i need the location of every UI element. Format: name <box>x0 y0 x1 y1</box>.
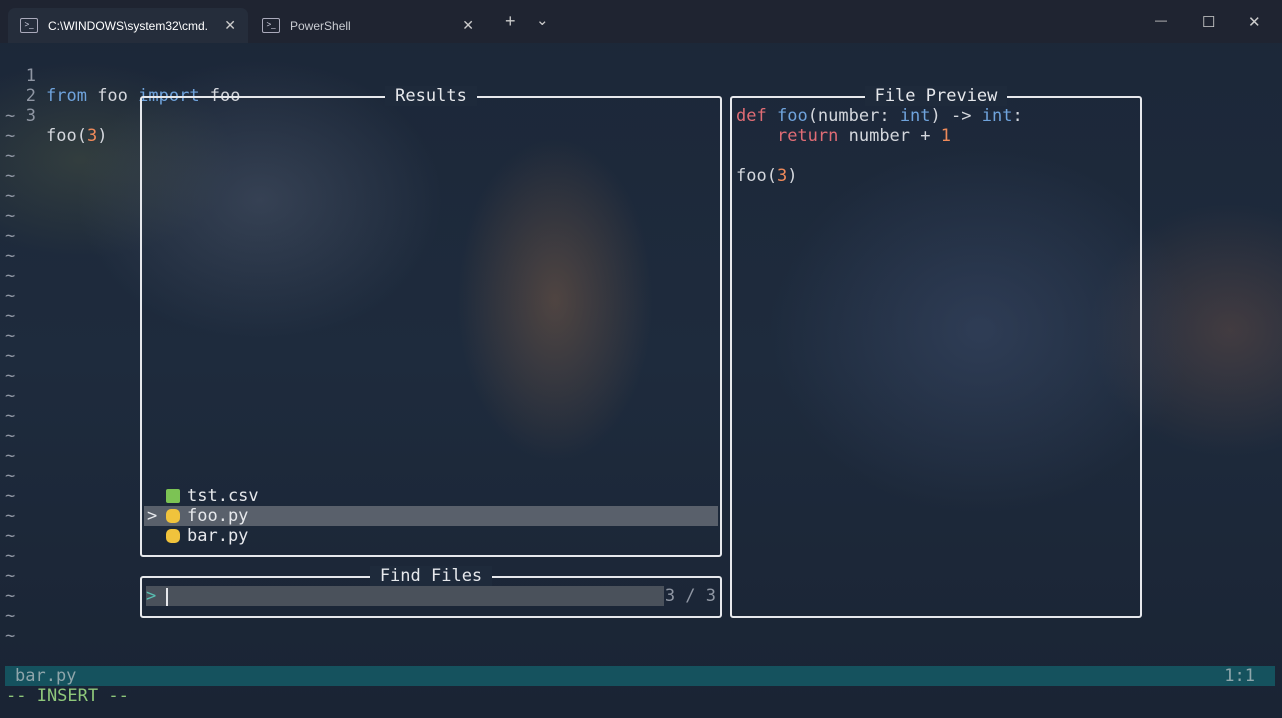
preview-line: return number + 1 <box>776 126 951 146</box>
terminal-icon: >_ <box>20 18 38 33</box>
tilde-marker: ~ <box>5 366 16 386</box>
tilde-marker: ~ <box>5 126 16 146</box>
tilde-marker: ~ <box>5 246 16 266</box>
tilde-marker: ~ <box>5 186 16 206</box>
code-token: ) <box>97 126 108 146</box>
close-tab-icon[interactable]: ✕ <box>224 17 236 34</box>
tab-cmd[interactable]: >_ C:\WINDOWS\system32\cmd. ✕ <box>8 8 248 43</box>
tab-label: PowerShell <box>290 18 351 33</box>
result-item-selected[interactable]: > foo.py <box>144 506 718 526</box>
result-item[interactable]: bar.py <box>144 526 718 546</box>
results-panel: Results tst.csv > foo.py bar.py <box>140 86 722 557</box>
maximize-button[interactable]: ☐ <box>1202 13 1215 31</box>
tilde-marker: ~ <box>5 486 16 506</box>
preview-title: File Preview <box>864 86 1008 106</box>
result-filename: foo.py <box>187 506 249 526</box>
number-literal: 3 <box>86 126 98 146</box>
result-filename: bar.py <box>187 526 249 546</box>
prompt-icon: > <box>146 586 157 606</box>
tilde-marker: ~ <box>5 406 16 426</box>
tilde-marker: ~ <box>5 226 16 246</box>
tilde-marker: ~ <box>5 426 16 446</box>
tilde-marker: ~ <box>5 566 16 586</box>
tilde-marker: ~ <box>5 106 16 126</box>
tilde-marker: ~ <box>5 586 16 606</box>
terminal-icon: >_ <box>262 18 280 33</box>
text-cursor <box>166 588 168 606</box>
results-title: Results <box>385 86 477 106</box>
tilde-marker: ~ <box>5 286 16 306</box>
terminal-title-bar: >_ C:\WINDOWS\system32\cmd. ✕ >_ PowerSh… <box>0 0 1282 43</box>
status-filename: bar.py <box>15 666 77 686</box>
editor-line: 3 foo(3) <box>0 86 140 146</box>
new-tab-button[interactable]: + <box>505 11 516 32</box>
tilde-marker: ~ <box>5 306 16 326</box>
tab-powershell[interactable]: >_ PowerShell ✕ <box>250 8 486 43</box>
close-tab-icon[interactable]: ✕ <box>462 17 474 34</box>
csv-file-icon <box>166 489 180 503</box>
status-line: bar.py 1:1 <box>5 666 1275 686</box>
tilde-marker: ~ <box>5 206 16 226</box>
match-counter: 3 / 3 <box>664 586 716 606</box>
preview-line: def foo(number: int) -> int: <box>736 106 1023 126</box>
line-number: 3 <box>25 106 36 126</box>
close-window-button[interactable]: ✕ <box>1248 13 1261 31</box>
find-files-panel: Find Files > 3 / 3 <box>140 566 722 618</box>
selection-marker: > <box>147 506 158 526</box>
python-file-icon <box>166 509 180 523</box>
mode-indicator: -- INSERT -- <box>6 686 129 706</box>
tilde-marker: ~ <box>5 546 16 566</box>
tilde-marker: ~ <box>5 506 16 526</box>
tilde-marker: ~ <box>5 526 16 546</box>
tilde-marker: ~ <box>5 166 16 186</box>
tilde-marker: ~ <box>5 626 16 646</box>
python-file-icon <box>166 529 180 543</box>
find-files-title: Find Files <box>369 566 493 586</box>
tilde-marker: ~ <box>5 146 16 166</box>
tilde-marker: ~ <box>5 386 16 406</box>
tilde-marker: ~ <box>5 266 16 286</box>
code-token: foo( <box>46 126 87 146</box>
tilde-marker: ~ <box>5 326 16 346</box>
tilde-marker: ~ <box>5 466 16 486</box>
editor-line: 1 from foo import foo <box>0 46 400 106</box>
tilde-marker: ~ <box>5 606 16 626</box>
preview-line: foo(3) <box>736 166 798 186</box>
tilde-marker: ~ <box>5 446 16 466</box>
editor-line: 2 <box>0 66 60 106</box>
tilde-marker: ~ <box>5 346 16 366</box>
file-preview-panel: File Preview def foo(number: int) -> int… <box>730 86 1142 618</box>
minimize-button[interactable]: — <box>1155 13 1167 27</box>
cursor-position: 1:1 <box>1224 666 1255 686</box>
result-item[interactable]: tst.csv <box>144 486 718 506</box>
chevron-down-icon[interactable]: ⌄ <box>536 11 549 29</box>
tab-label: C:\WINDOWS\system32\cmd. <box>48 18 209 33</box>
find-files-input[interactable] <box>146 586 664 606</box>
result-filename: tst.csv <box>187 486 259 506</box>
